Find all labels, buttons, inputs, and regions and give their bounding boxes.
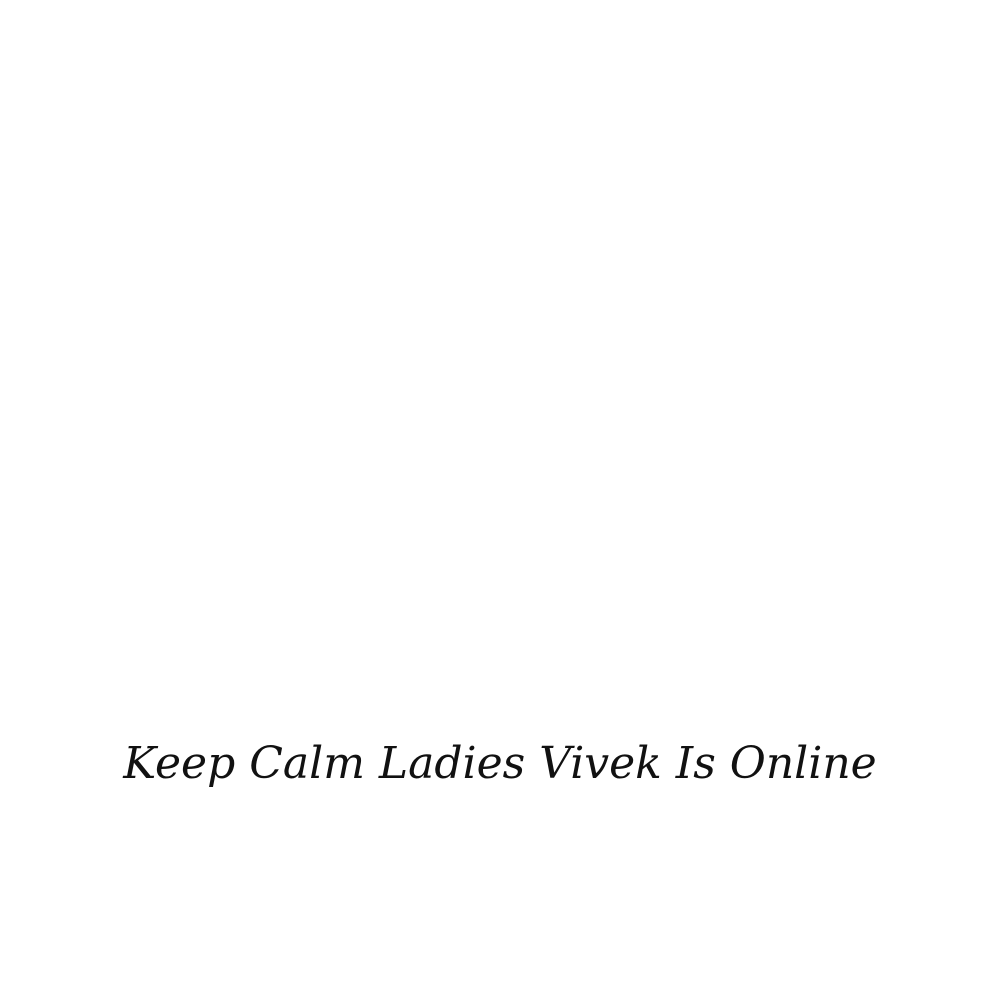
caption-text: Keep Calm Ladies Vivek Is Online bbox=[123, 738, 877, 789]
image-canvas: Keep Calm Ladies Vivek Is Online bbox=[0, 0, 1000, 1000]
